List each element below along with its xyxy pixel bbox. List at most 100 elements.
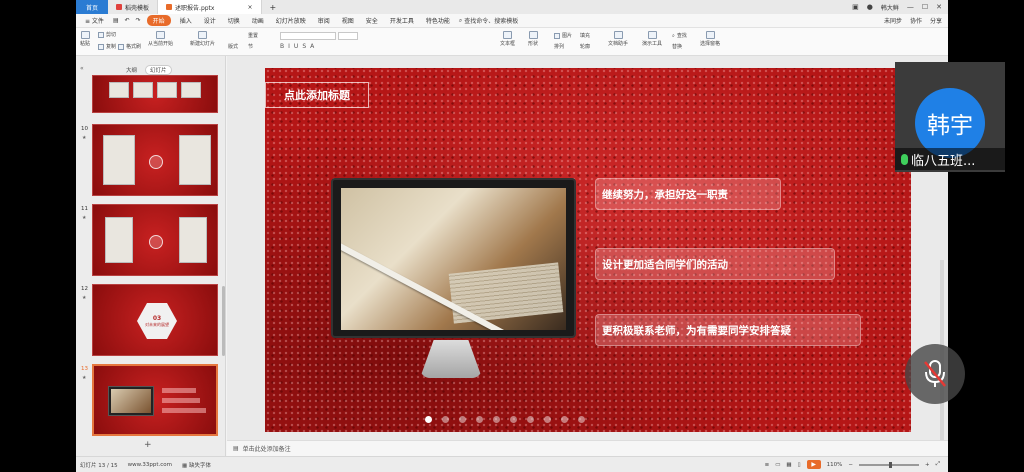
menu-item-devtools[interactable]: 开发工具 — [387, 15, 417, 26]
share-button[interactable]: 分享 — [930, 16, 942, 25]
carousel-dot[interactable] — [544, 416, 551, 423]
bold-icon[interactable]: B — [280, 43, 284, 50]
picture-button[interactable]: 图片 — [554, 32, 572, 39]
bullet-box-1[interactable]: 继续努力，承担好这一职责 — [595, 178, 781, 210]
add-tab-button[interactable]: + — [262, 3, 285, 12]
doc-assistant-button[interactable]: 文档助手 — [608, 31, 628, 47]
menu-item-insert[interactable]: 插入 — [177, 15, 195, 26]
home-tab[interactable]: 首页 — [76, 0, 109, 14]
menu-item-animation[interactable]: 动画 — [249, 15, 267, 26]
slide-thumbnail-13[interactable] — [92, 364, 218, 436]
slide-thumbnail-12[interactable]: 03 对未来的展望 — [92, 284, 218, 356]
underline-icon[interactable]: U — [294, 43, 298, 50]
menu-item-transition[interactable]: 切换 — [225, 15, 243, 26]
zoom-in-icon[interactable]: + — [925, 462, 930, 468]
layout-button[interactable]: 版式 — [228, 43, 238, 50]
arrange-button[interactable]: 排列 — [554, 43, 564, 50]
italic-icon[interactable]: I — [288, 43, 290, 50]
font-color-icon[interactable]: A — [310, 43, 314, 50]
tab-document[interactable]: 述职报告.pptx × — [158, 0, 262, 14]
command-search[interactable]: ⌕ 查找命令、搜索模板 — [459, 16, 518, 26]
zoom-level[interactable]: 110% — [827, 462, 843, 468]
menu-item-design[interactable]: 设计 — [201, 15, 219, 26]
zoom-out-icon[interactable]: − — [848, 462, 853, 468]
user-avatar-icon[interactable]: ● — [867, 3, 873, 11]
menu-item-start[interactable]: 开始 — [146, 15, 171, 26]
shape-label: 形状 — [528, 41, 539, 47]
slide-thumbnail-9[interactable] — [92, 75, 218, 113]
minimize-icon[interactable]: — — [907, 3, 914, 11]
carousel-dot[interactable] — [476, 416, 483, 423]
slide-title-placeholder[interactable]: 点此添加标题 — [265, 82, 369, 108]
selection-pane-button[interactable]: 选择窗格 — [700, 31, 720, 47]
play-from-current-button[interactable]: 从当前开始 — [148, 31, 173, 47]
menu-item-review[interactable]: 审阅 — [315, 15, 333, 26]
tab-templates[interactable]: 稻壳模板 — [108, 0, 159, 14]
notes-pane[interactable]: ▤ 单击此处添加备注 — [227, 440, 948, 456]
bullet-box-2[interactable]: 设计更加适合同学们的活动 — [595, 248, 835, 280]
save-icon[interactable]: ▤ — [113, 17, 119, 24]
textbox-button[interactable]: 文本框 — [500, 31, 515, 47]
presentation-tools-button[interactable]: 演示工具 — [642, 31, 662, 47]
redo-icon[interactable]: ↷ — [136, 17, 141, 24]
tab-outline[interactable]: 大纲 — [126, 66, 137, 74]
carousel-dot[interactable] — [493, 416, 500, 423]
carousel-dot[interactable] — [561, 416, 568, 423]
slide-thumbnail-11[interactable] — [92, 204, 218, 276]
fill-button[interactable]: 填充 — [580, 32, 590, 39]
monitor-image[interactable] — [331, 178, 576, 338]
normal-view-icon[interactable]: ▭ — [775, 462, 780, 468]
outline-button[interactable]: 轮廓 — [580, 43, 590, 50]
menu-item-security[interactable]: 安全 — [363, 15, 381, 26]
fit-window-icon[interactable]: ⤢ — [936, 461, 940, 468]
carousel-dot[interactable] — [425, 416, 432, 423]
font-size-select[interactable] — [338, 32, 358, 40]
carousel-dot[interactable] — [442, 416, 449, 423]
notes-toggle-icon[interactable]: ≡ — [765, 462, 770, 468]
mute-button[interactable] — [905, 344, 965, 404]
reset-button[interactable]: 重置 — [248, 32, 258, 39]
reading-view-icon[interactable]: ▯ — [798, 462, 801, 468]
menu-item-features[interactable]: 特色功能 — [423, 15, 453, 26]
sync-status[interactable]: 未同步 — [884, 16, 902, 25]
replace-label: 替换 — [672, 44, 683, 50]
carousel-dot[interactable] — [578, 416, 585, 423]
current-slide[interactable]: 点此添加标题 继续努力，承担好这一职责 设计更加适合同学们的活动 更积极联系老师… — [265, 68, 911, 432]
undo-icon[interactable]: ↶ — [125, 17, 130, 24]
font-missing-indicator[interactable]: ▦ 缺失字体 — [182, 461, 211, 469]
strikethrough-icon[interactable]: S — [302, 43, 306, 50]
menu-item-slideshow[interactable]: 幻灯片放映 — [273, 15, 309, 26]
sorter-view-icon[interactable]: ▦ — [786, 462, 791, 468]
tab-slides[interactable]: 幻灯片 — [145, 65, 172, 75]
collapse-panel-icon[interactable]: « — [80, 65, 84, 72]
carousel-dot[interactable] — [527, 416, 534, 423]
collaborate-button[interactable]: 协作 — [910, 16, 922, 25]
shape-button[interactable]: 形状 — [528, 31, 538, 47]
maximize-icon[interactable]: ☐ — [922, 3, 928, 11]
user-name[interactable]: 韩大鲜 — [881, 3, 899, 12]
panel-scrollbar[interactable] — [222, 286, 225, 356]
paste-button[interactable]: 粘贴 — [80, 31, 90, 47]
bullet-box-3[interactable]: 更积极联系老师，为有需要同学安排答疑 — [595, 314, 861, 346]
add-slide-button[interactable]: + — [144, 440, 152, 450]
carousel-dot[interactable] — [510, 416, 517, 423]
section-button[interactable]: 节 — [248, 43, 253, 50]
video-tile[interactable]: 韩宇 临八五班... — [895, 62, 1005, 172]
close-icon[interactable]: × — [247, 4, 252, 11]
new-slide-button[interactable]: 新建幻灯片 — [190, 31, 215, 47]
zoom-slider-thumb[interactable] — [888, 461, 892, 468]
menu-item-view[interactable]: 视图 — [339, 15, 357, 26]
zoom-slider[interactable] — [858, 461, 919, 468]
window-close-icon[interactable]: ✕ — [936, 3, 942, 11]
carousel-dot[interactable] — [459, 416, 466, 423]
cut-button[interactable]: 剪切 — [98, 31, 116, 38]
font-family-select[interactable] — [280, 32, 336, 40]
copy-button[interactable]: 复制 — [98, 43, 116, 50]
slideshow-play-button[interactable]: ▶ — [806, 460, 821, 469]
file-menu[interactable]: ≡ 文件 — [82, 15, 107, 26]
replace-button[interactable]: 替换 — [672, 43, 682, 50]
window-layout-icon[interactable]: ▣ — [852, 3, 859, 11]
find-button[interactable]: ⌕ 查找 — [672, 32, 687, 40]
slide-thumbnail-10[interactable] — [92, 124, 218, 196]
format-painter-button[interactable]: 格式刷 — [118, 43, 141, 50]
